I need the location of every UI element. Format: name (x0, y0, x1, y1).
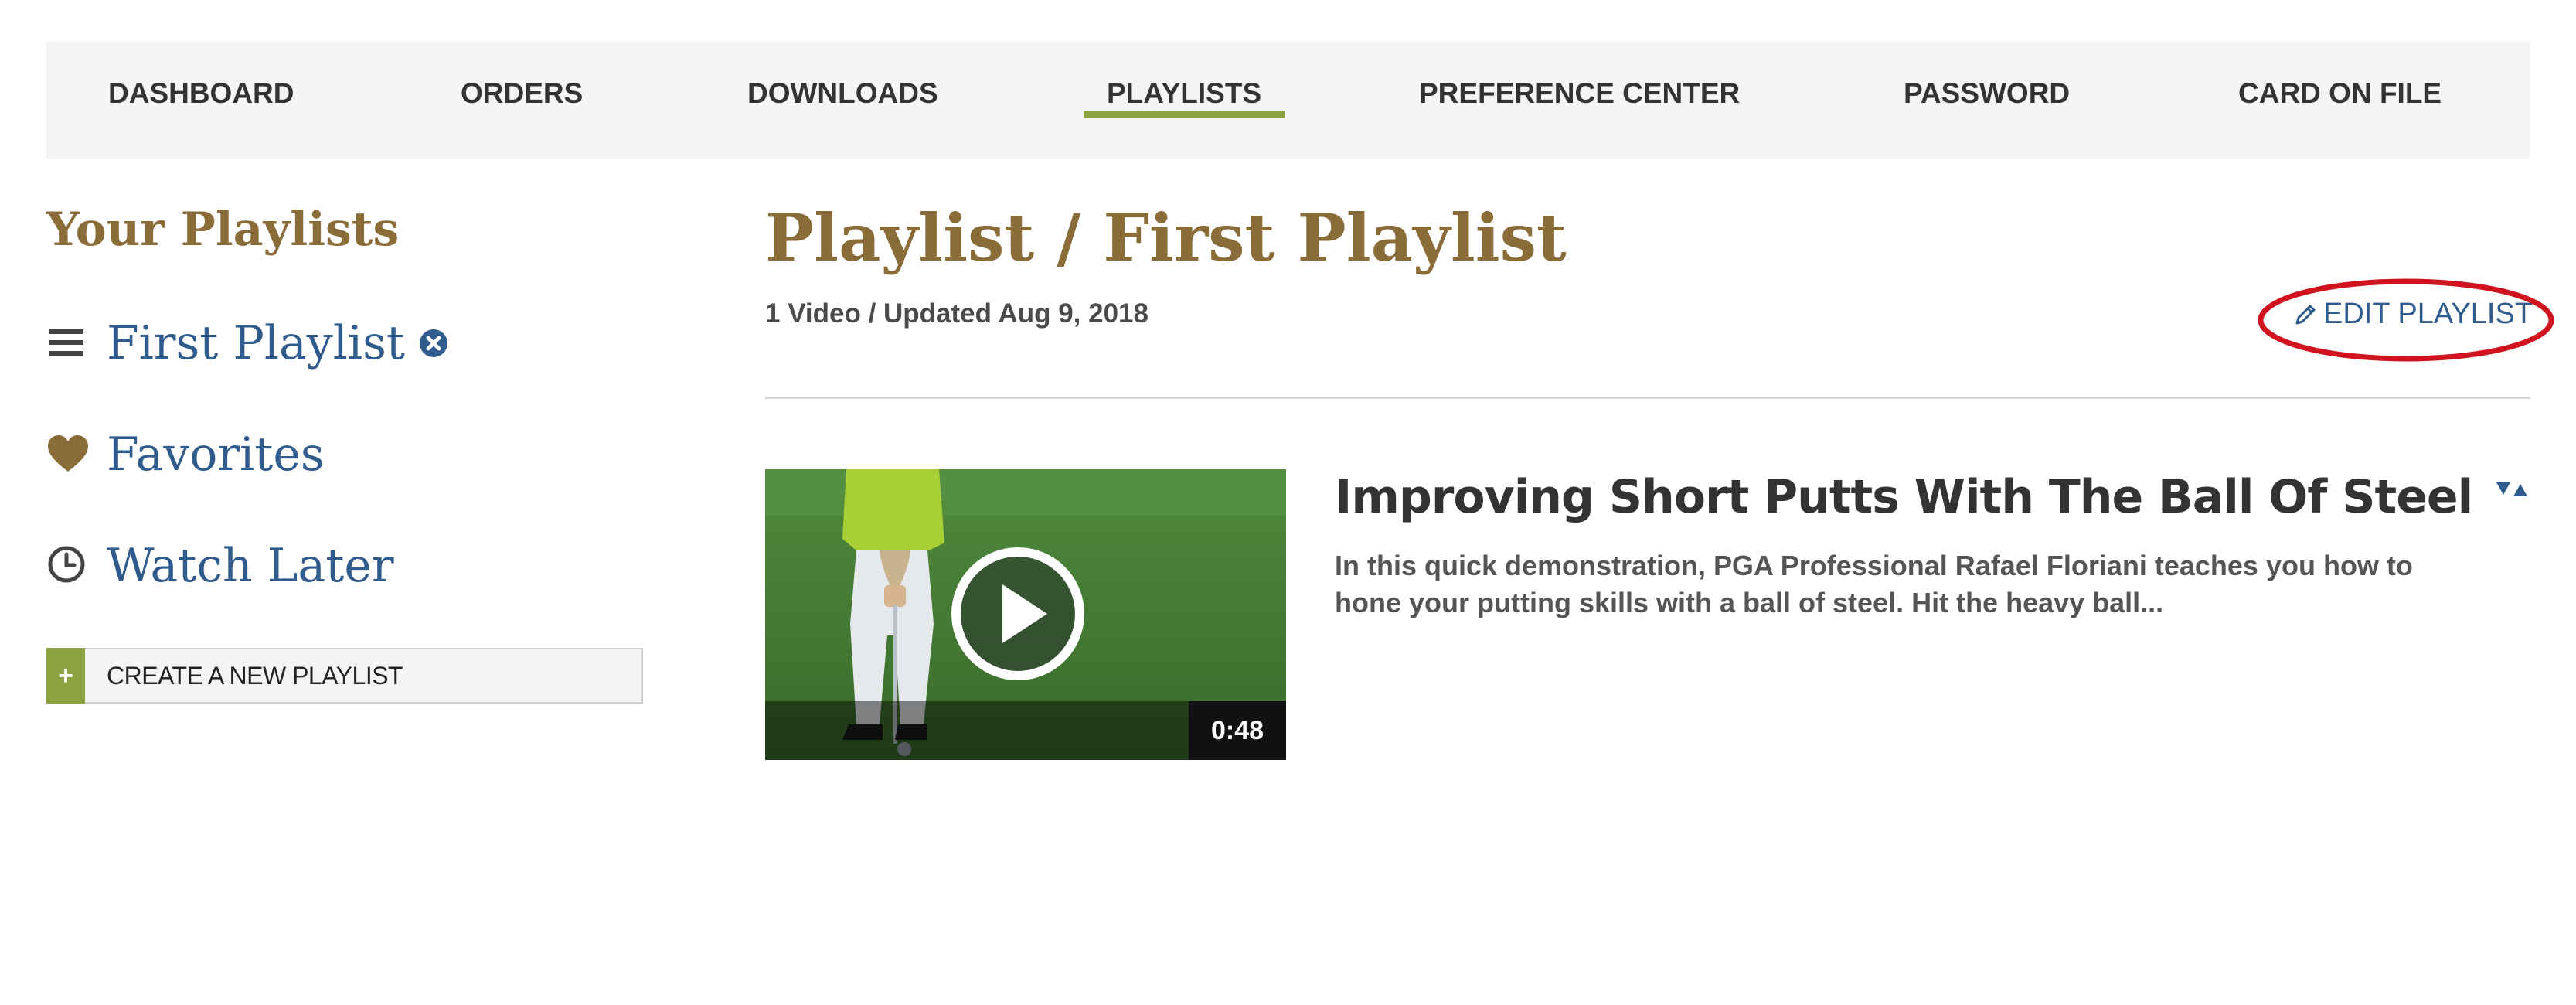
remove-playlist-icon[interactable] (419, 329, 448, 358)
sidebar-item-watch-later[interactable]: Watch Later (46, 535, 394, 597)
nav-playlists[interactable]: PLAYLISTS (1083, 41, 1285, 159)
video-title[interactable]: Improving Short Putts With The Ball Of S… (1335, 470, 2473, 524)
create-playlist-label: CREATE A NEW PLAYLIST (107, 661, 403, 690)
divider (765, 397, 2530, 399)
playlist-meta: 1 Video / Updated Aug 9, 2018 (765, 298, 1148, 329)
nav-dashboard[interactable]: DASHBOARD (108, 41, 294, 159)
create-playlist-button[interactable]: + CREATE A NEW PLAYLIST (46, 648, 643, 704)
video-description: In this quick demonstration, PGA Profess… (1335, 550, 2413, 618)
edit-playlist-link[interactable]: EDIT PLAYLIST (2292, 298, 2533, 331)
reorder-arrows-icon[interactable] (2495, 479, 2532, 501)
video-duration-badge: 0:48 (1189, 701, 1286, 760)
sidebar-title: Your Playlists (46, 203, 400, 257)
nav-password[interactable]: PASSWORD (1904, 41, 2070, 159)
account-nav: DASHBOARD ORDERS DOWNLOADS PLAYLISTS PRE… (46, 41, 2530, 159)
page-title: Playlist / First Playlist (765, 199, 1567, 276)
plus-icon: + (46, 648, 85, 704)
pencil-icon (2295, 305, 2316, 324)
clock-icon (46, 544, 90, 588)
breadcrumb-prefix: Playlist / (765, 199, 1104, 276)
list-icon (46, 322, 90, 365)
nav-downloads[interactable]: DOWNLOADS (747, 41, 938, 159)
nav-orders[interactable]: ORDERS (461, 41, 583, 159)
edit-playlist-label: EDIT PLAYLIST (2323, 298, 2533, 330)
sidebar-item-label: Watch Later (107, 539, 394, 593)
video-thumbnail[interactable]: 0:48 (765, 469, 1286, 760)
nav-preference-center[interactable]: PREFERENCE CENTER (1419, 41, 1740, 159)
play-icon[interactable] (948, 544, 1087, 683)
playlist-title: First Playlist (1103, 199, 1567, 276)
sidebar-item-label: Favorites (107, 428, 325, 482)
sidebar-item-first-playlist[interactable]: First Playlist (46, 312, 448, 374)
sidebar-item-favorites[interactable]: Favorites (46, 424, 325, 485)
heart-icon (46, 433, 90, 476)
sidebar-item-label: First Playlist (107, 316, 405, 370)
nav-card-on-file[interactable]: CARD ON FILE (2238, 41, 2442, 159)
